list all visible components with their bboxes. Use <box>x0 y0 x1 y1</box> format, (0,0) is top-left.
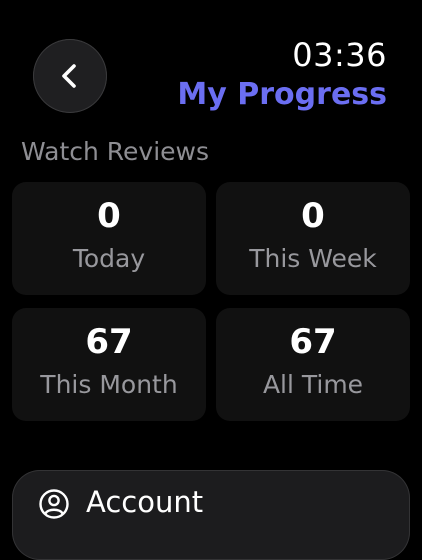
section-label-watch-reviews: Watch Reviews <box>21 137 210 166</box>
stat-value: 0 <box>97 196 121 236</box>
stat-label: This Week <box>249 244 377 273</box>
page-title: My Progress <box>177 77 387 112</box>
account-button[interactable]: Account <box>12 470 410 560</box>
stat-value: 0 <box>301 196 325 236</box>
stat-card-this-week: 0 This Week <box>216 182 410 295</box>
stat-card-today: 0 Today <box>12 182 206 295</box>
stat-card-this-month: 67 This Month <box>12 308 206 421</box>
stat-card-all-time: 67 All Time <box>216 308 410 421</box>
stat-label: All Time <box>262 370 364 399</box>
stat-label: Today <box>72 244 146 273</box>
person-circle-icon <box>38 488 70 520</box>
chevron-left-icon <box>55 61 85 91</box>
stat-label: This Month <box>40 370 178 399</box>
back-button[interactable] <box>33 39 107 113</box>
clock: 03:36 <box>292 36 387 74</box>
stat-value: 67 <box>85 322 133 362</box>
stat-value: 67 <box>289 322 337 362</box>
